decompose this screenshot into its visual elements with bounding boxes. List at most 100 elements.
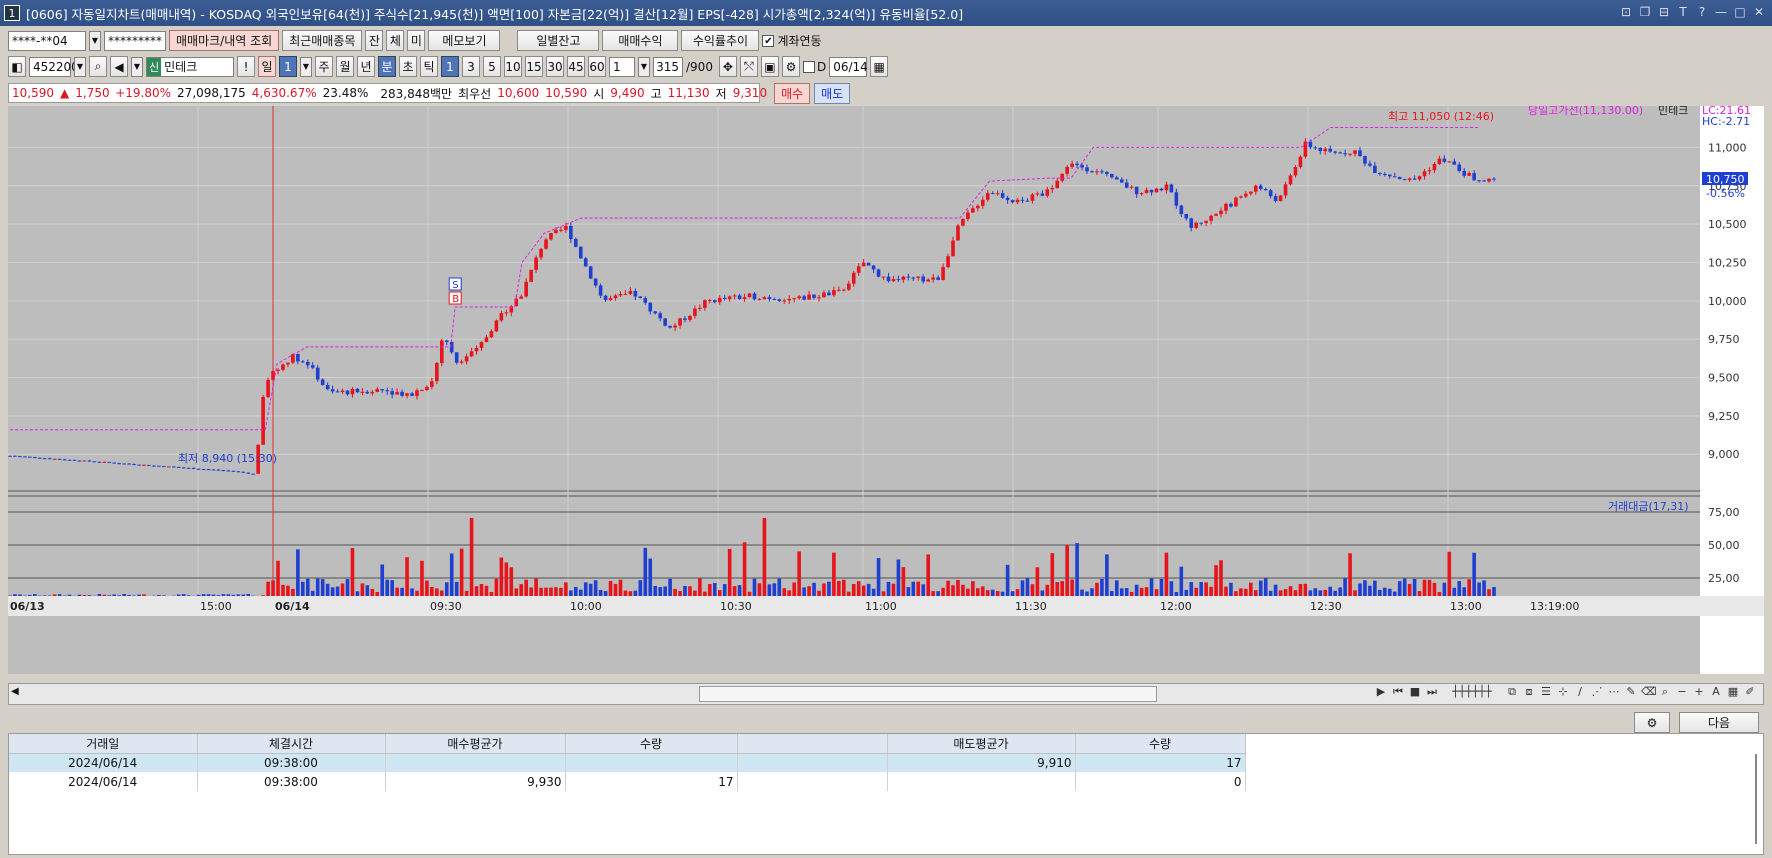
stock-name-field[interactable]: 신 민테크 bbox=[146, 56, 234, 77]
forward-icon[interactable]: ⏭ bbox=[1425, 685, 1439, 699]
password-field[interactable]: ********* bbox=[104, 30, 166, 51]
horizontal-scrollbar[interactable]: ◀ ▶ ⏮ ■ ⏭ ┼┼┼┼┼┼ ⧉ ⧈ ☰ ⊹ ∕ ⋰ ⋯ ✎ ⌫ ⌕ − +… bbox=[8, 683, 1764, 705]
second-button[interactable]: 초 bbox=[399, 56, 417, 77]
account-field[interactable]: ****-**04 bbox=[8, 30, 86, 51]
save-icon[interactable]: ▣ bbox=[760, 56, 779, 77]
layers-icon[interactable]: ⧈ bbox=[1522, 685, 1536, 699]
scroll-thumb[interactable] bbox=[699, 686, 1157, 702]
trend-icon[interactable]: ⋰ bbox=[1590, 685, 1604, 699]
plus-icon[interactable]: + bbox=[1692, 685, 1706, 699]
grid-scrollbar[interactable] bbox=[1755, 754, 1757, 844]
volume-bar bbox=[1179, 566, 1184, 596]
text-tool-icon[interactable]: A bbox=[1709, 685, 1723, 699]
tile-icon[interactable]: ⊟ bbox=[1657, 4, 1671, 20]
scroll-left-icon[interactable]: ◀ bbox=[11, 686, 19, 697]
restore-icon[interactable]: ❐ bbox=[1638, 4, 1652, 20]
col-exec-time[interactable]: 체결시간 bbox=[197, 734, 386, 754]
chart-area[interactable]: 11,000 10,750 10,500 10,250 10,000 9,750 9,500… bbox=[8, 103, 1764, 674]
count-field[interactable]: 315 bbox=[653, 56, 683, 77]
period-30[interactable]: 30 bbox=[546, 56, 564, 77]
period-1[interactable]: 1 bbox=[441, 56, 459, 77]
pin-icon[interactable]: ⊡ bbox=[1619, 4, 1633, 20]
count-dropdown[interactable]: ▼ bbox=[638, 56, 650, 77]
layout-icon[interactable]: ◧ bbox=[8, 56, 26, 77]
jan-button[interactable]: 잔 bbox=[365, 30, 384, 51]
mi-button[interactable]: 미 bbox=[407, 30, 426, 51]
fib-icon[interactable]: ⋯ bbox=[1607, 685, 1621, 699]
period-45[interactable]: 45 bbox=[567, 56, 585, 77]
candle-body bbox=[251, 473, 255, 475]
return-trend-button[interactable]: 수익률추이 bbox=[681, 30, 760, 51]
che-button[interactable]: 체 bbox=[386, 30, 405, 51]
candle-body bbox=[1090, 171, 1094, 173]
settings-icon-button[interactable]: ⚙ bbox=[1634, 712, 1670, 733]
stop-icon[interactable]: ■ bbox=[1408, 685, 1422, 699]
day-count[interactable]: 1 bbox=[279, 56, 297, 77]
gear-icon[interactable]: ⚙ bbox=[781, 56, 800, 77]
pencil-icon[interactable]: ✎ bbox=[1624, 685, 1638, 699]
calendar-icon[interactable]: ▦ bbox=[870, 56, 889, 77]
line-icon[interactable]: ∕ bbox=[1573, 685, 1587, 699]
copy-icon[interactable]: ⧉ bbox=[1505, 685, 1519, 699]
grid-icon[interactable]: ▦ bbox=[1726, 685, 1740, 699]
period-60[interactable]: 60 bbox=[588, 56, 606, 77]
table-row[interactable]: 2024/06/14 09:38:00 9,930 17 0 bbox=[9, 772, 1246, 791]
memo-button[interactable]: 메모보기 bbox=[428, 30, 501, 51]
col-sell-qty[interactable]: 수량 bbox=[1075, 734, 1246, 754]
close-icon[interactable]: ✕ bbox=[1752, 4, 1766, 20]
brush-icon[interactable]: ✐ bbox=[1743, 685, 1757, 699]
volume-bar bbox=[216, 595, 221, 596]
maximize-icon[interactable]: □ bbox=[1733, 4, 1747, 20]
code-field[interactable]: 452200 bbox=[29, 56, 79, 77]
buy-button[interactable]: 매수 bbox=[774, 82, 811, 104]
period-15[interactable]: 15 bbox=[525, 56, 543, 77]
col-trade-date[interactable]: 거래일 bbox=[9, 734, 198, 754]
account-link-checkbox[interactable]: ✔ bbox=[762, 34, 775, 47]
month-button[interactable]: 월 bbox=[336, 56, 354, 77]
date-field[interactable]: 06/14 bbox=[829, 56, 868, 77]
year-button[interactable]: 년 bbox=[357, 56, 375, 77]
recent-trades-button[interactable]: 최근매매종목 bbox=[282, 30, 363, 51]
list-icon[interactable]: ☰ bbox=[1539, 685, 1553, 699]
minute-button[interactable]: 분 bbox=[378, 56, 396, 77]
info-button[interactable]: ! bbox=[237, 56, 255, 77]
week-button[interactable]: 주 bbox=[315, 56, 333, 77]
zoom-slider[interactable]: ┼┼┼┼┼┼ bbox=[1442, 685, 1502, 699]
trade-mark-button[interactable]: 매매마크/내역 조회 bbox=[169, 30, 280, 51]
cross-icon[interactable]: ⊹ bbox=[1556, 685, 1570, 699]
day-button[interactable]: 일 bbox=[258, 56, 276, 77]
tool-icon-1[interactable]: ✥ bbox=[718, 56, 737, 77]
play-next-icon[interactable]: ▶ bbox=[1374, 685, 1388, 699]
code-dropdown[interactable]: ▼ bbox=[74, 56, 86, 77]
zoom-icon[interactable]: ⌕ bbox=[1658, 685, 1672, 699]
speaker-dropdown[interactable]: ▼ bbox=[131, 56, 143, 77]
minus-icon[interactable]: − bbox=[1675, 685, 1689, 699]
eraser-icon[interactable]: ⌫ bbox=[1641, 685, 1657, 699]
daily-balance-button[interactable]: 일별잔고 bbox=[517, 30, 600, 51]
search-icon[interactable]: ⌕ bbox=[89, 56, 107, 77]
trade-profit-button[interactable]: 매매수익 bbox=[602, 30, 679, 51]
count-select[interactable]: 1 bbox=[609, 56, 635, 77]
d-checkbox[interactable] bbox=[802, 60, 815, 73]
rewind-icon[interactable]: ⏮ bbox=[1391, 685, 1405, 699]
col-buy-qty[interactable]: 수량 bbox=[565, 734, 738, 754]
day-count-dropdown[interactable]: ▼ bbox=[300, 56, 312, 77]
col-sell-avg[interactable]: 매도평균가 bbox=[887, 734, 1076, 754]
tool-icon-2[interactable]: ⤲ bbox=[739, 56, 758, 77]
period-10[interactable]: 10 bbox=[504, 56, 522, 77]
table-row[interactable]: 2024/06/14 09:38:00 9,910 17 bbox=[9, 753, 1246, 772]
col-blank[interactable] bbox=[737, 734, 888, 754]
sell-button[interactable]: 매도 bbox=[814, 82, 851, 104]
minimize-icon[interactable]: — bbox=[1714, 4, 1728, 20]
account-dropdown[interactable]: ▼ bbox=[89, 30, 101, 51]
speaker-icon[interactable]: ◀ bbox=[110, 56, 128, 77]
period-3[interactable]: 3 bbox=[462, 56, 480, 77]
col-buy-avg[interactable]: 매수평균가 bbox=[385, 734, 566, 754]
period-5[interactable]: 5 bbox=[483, 56, 501, 77]
help-icon[interactable]: ? bbox=[1695, 4, 1709, 20]
text-icon[interactable]: T bbox=[1676, 4, 1690, 20]
price-chart[interactable]: 11,000 10,750 10,500 10,250 10,000 9,750 9,500… bbox=[8, 103, 1764, 674]
next-button[interactable]: 다음 bbox=[1679, 712, 1759, 733]
candle-body bbox=[92, 461, 97, 463]
tick-button[interactable]: 틱 bbox=[420, 56, 438, 77]
